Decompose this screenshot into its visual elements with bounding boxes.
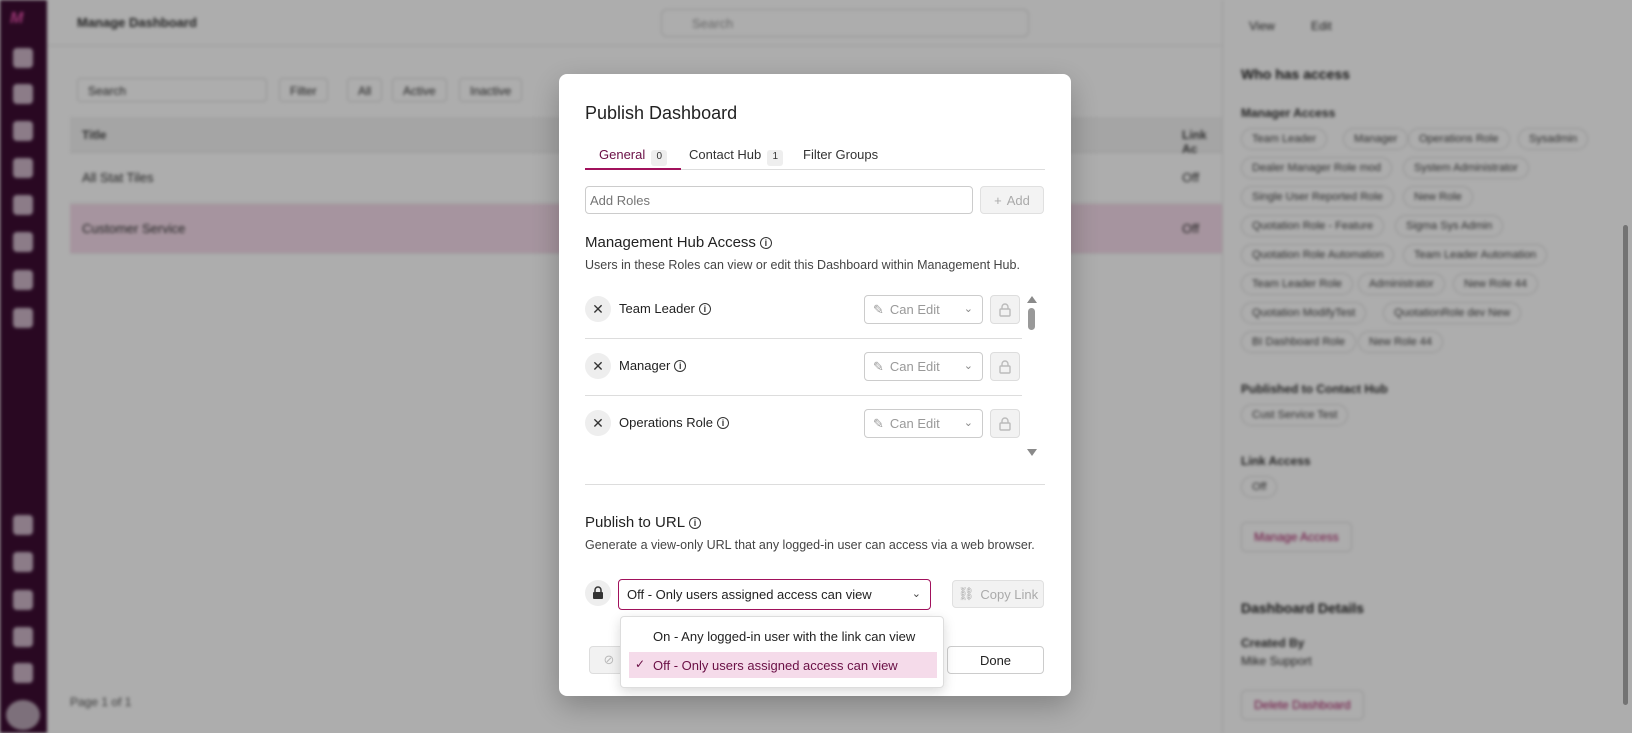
info-icon[interactable]: i [698,302,711,315]
lock-icon [999,416,1011,431]
chevron-down-icon: ⌄ [963,417,973,429]
info-icon[interactable]: i [689,516,702,529]
info-icon[interactable]: i [674,359,687,372]
tab-badge: 0 [651,150,668,166]
add-role-button[interactable]: + Add [980,186,1044,214]
chevron-down-icon: ⌄ [911,588,921,600]
publish-url-title-text: Publish to URL [585,514,686,531]
scroll-up-icon[interactable] [1027,296,1037,303]
role-row: ✕ Team Leader i ✎ Can Edit ⌄ [585,282,1022,339]
role-name-text: Manager [619,358,671,373]
lock-button[interactable] [990,409,1020,438]
pencil-icon: ✎ [873,301,884,317]
tab-label: Filter Groups [803,147,879,162]
tab-label: Contact Hub [689,147,762,162]
management-hub-title: Management Hub Access i [585,234,772,251]
link-access-select[interactable]: Off - Only users assigned access can vie… [618,579,931,610]
role-name-text: Operations Role [619,415,713,430]
role-name-text: Team Leader [619,301,695,316]
role-tools-icon: ✕ [585,410,611,436]
app: M Manage Dashboard Search Search Filter … [0,0,1632,733]
permission-select[interactable]: ✎ Can Edit ⌄ [864,409,983,438]
role-row: ✕ Manager i ✎ Can Edit ⌄ [585,339,1022,396]
role-tools-icon: ✕ [585,296,611,322]
option-off[interactable]: ✓ Off - Only users assigned access can v… [629,652,937,678]
block-icon: ⊘ [603,652,615,667]
tab-contact-hub[interactable]: Contact Hub 1 [675,140,797,170]
lock-icon [999,302,1011,317]
chevron-down-icon: ⌄ [963,360,973,372]
publish-url-description: Generate a view-only URL that any logged… [585,538,1035,552]
role-row: ✕ Operations Role i ✎ Can Edit ⌄ [585,396,1022,453]
link-icon: ⛓ [957,586,975,601]
scroll-thumb[interactable] [1028,308,1035,330]
done-button[interactable]: Done [947,646,1044,674]
role-tools-icon: ✕ [585,353,611,379]
role-name: Team Leader i [619,301,711,316]
copy-link-label: Copy Link [980,586,1039,602]
tab-label: General [599,147,646,162]
management-hub-description: Users in these Roles can view or edit th… [585,258,1020,272]
check-icon: ✓ [635,657,646,671]
permission-value: Can Edit [889,359,940,374]
role-list-scrollbar[interactable] [1026,296,1038,456]
add-label: Add [1006,192,1030,208]
permission-value: Can Edit [889,416,940,431]
url-lock-indicator [585,580,611,606]
section-divider [585,484,1045,485]
role-name: Operations Role i [619,415,729,430]
lock-button[interactable] [990,295,1020,324]
link-access-value: Off - Only users assigned access can vie… [627,587,872,602]
info-icon[interactable]: i [716,416,729,429]
publish-dashboard-modal: Publish Dashboard General 0 Contact Hub 1 … [559,74,1071,696]
lock-icon [593,586,603,599]
pencil-icon: ✎ [873,415,884,431]
plus-icon: + [994,192,1002,208]
publish-url-title: Publish to URL i [585,514,702,531]
lock-icon [999,359,1011,374]
option-label: On - Any logged-in user with the link ca… [653,629,916,644]
lock-button[interactable] [990,352,1020,381]
tab-bar: General 0 Contact Hub 1 Filter Groups [585,140,1045,170]
option-on[interactable]: On - Any logged-in user with the link ca… [629,623,937,649]
tab-general[interactable]: General 0 [585,140,682,170]
permission-select[interactable]: ✎ Can Edit ⌄ [864,295,983,324]
tab-filter-groups[interactable]: Filter Groups [789,140,892,170]
permission-select[interactable]: ✎ Can Edit ⌄ [864,352,983,381]
chevron-down-icon: ⌄ [963,303,973,315]
pencil-icon: ✎ [873,358,884,374]
role-name: Manager i [619,358,687,373]
option-label: Off - Only users assigned access can vie… [653,658,898,673]
scroll-down-icon[interactable] [1027,449,1037,456]
tab-badge: 1 [767,150,784,166]
modal-title: Publish Dashboard [585,103,738,123]
permission-value: Can Edit [889,302,940,317]
management-hub-title-text: Management Hub Access [585,234,756,251]
copy-link-button[interactable]: ⛓ Copy Link [952,580,1044,608]
link-access-dropdown: On - Any logged-in user with the link ca… [620,616,944,688]
add-roles-input[interactable] [585,186,973,214]
info-icon[interactable]: i [759,236,772,249]
